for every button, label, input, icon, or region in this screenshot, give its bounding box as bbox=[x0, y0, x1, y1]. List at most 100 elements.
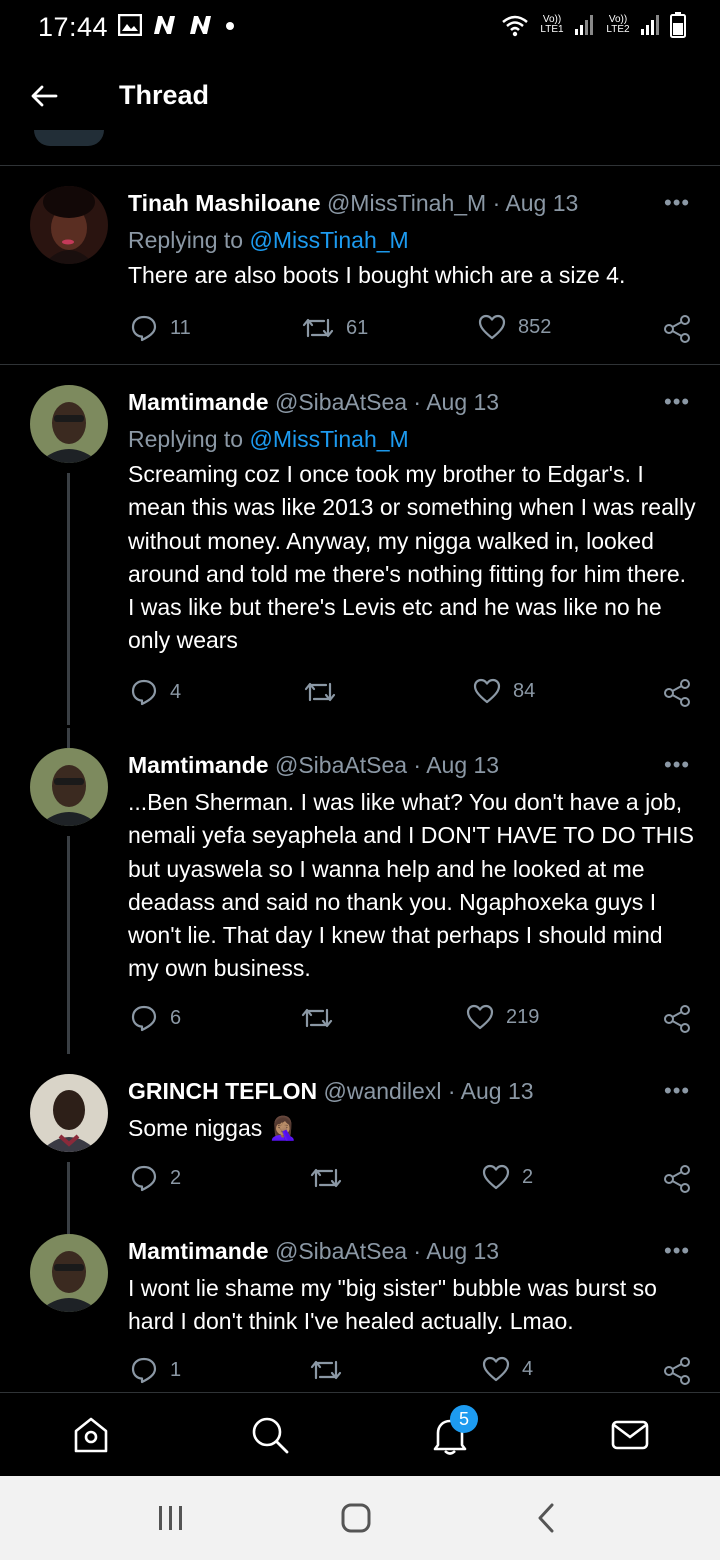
tweet-meta: GRINCH TEFLON @wandilexl · Aug 13 bbox=[128, 1078, 534, 1105]
notification-badge: 5 bbox=[450, 1405, 478, 1433]
like-button[interactable]: 219 bbox=[466, 1004, 539, 1030]
retweet-button[interactable] bbox=[310, 1356, 342, 1384]
reply-button[interactable]: 11 bbox=[130, 314, 191, 342]
user-handle[interactable]: @SibaAtSea bbox=[275, 1238, 407, 1264]
more-options-icon[interactable]: ••• bbox=[664, 752, 690, 778]
share-icon bbox=[664, 1005, 690, 1033]
tweet[interactable]: Mamtimande @SibaAtSea · Aug 13 ••• Reply… bbox=[0, 365, 720, 725]
avatar[interactable] bbox=[30, 385, 108, 463]
like-button[interactable]: 2 bbox=[482, 1164, 533, 1190]
retweet-button[interactable] bbox=[310, 1164, 342, 1192]
reply-count: 11 bbox=[170, 316, 191, 339]
like-count: 2 bbox=[522, 1165, 534, 1188]
reply-count: 4 bbox=[170, 680, 182, 703]
share-icon bbox=[664, 1357, 690, 1385]
retweet-icon bbox=[301, 1008, 333, 1028]
signal-icon bbox=[575, 15, 593, 35]
like-count: 219 bbox=[506, 1005, 540, 1028]
user-handle[interactable]: @SibaAtSea bbox=[275, 752, 407, 778]
tweet-date: · Aug 13 bbox=[492, 190, 579, 216]
like-button[interactable]: 84 bbox=[473, 678, 535, 704]
share-button[interactable] bbox=[662, 1164, 692, 1194]
tweet[interactable]: Tinah Mashiloane @MissTinah_M · Aug 13 •… bbox=[0, 166, 720, 364]
user-name[interactable]: GRINCH TEFLON bbox=[128, 1078, 317, 1104]
messages-icon[interactable] bbox=[610, 1415, 650, 1455]
tweet-actions: 2 2 bbox=[128, 1164, 698, 1198]
retweet-icon bbox=[310, 1168, 342, 1188]
tweet-meta: Mamtimande @SibaAtSea · Aug 13 bbox=[128, 752, 499, 779]
share-icon bbox=[664, 679, 690, 707]
system-navigation-bar bbox=[0, 1476, 720, 1560]
replying-to: Replying to @MissTinah_M bbox=[128, 227, 409, 254]
user-handle[interactable]: @wandilexl bbox=[324, 1078, 442, 1104]
home-icon[interactable] bbox=[72, 1415, 110, 1455]
like-count: 84 bbox=[513, 679, 536, 702]
reply-button[interactable]: 4 bbox=[130, 678, 181, 706]
reply-icon bbox=[131, 315, 157, 342]
more-options-icon[interactable]: ••• bbox=[664, 1238, 690, 1264]
reply-icon bbox=[131, 1165, 157, 1192]
heart-icon bbox=[466, 1004, 494, 1030]
retweet-count: 61 bbox=[346, 316, 369, 339]
reply-count: 6 bbox=[170, 1006, 182, 1029]
like-button[interactable]: 852 bbox=[478, 314, 551, 340]
reply-icon bbox=[131, 1005, 157, 1032]
tweet[interactable]: GRINCH TEFLON @wandilexl · Aug 13 ••• So… bbox=[0, 1054, 720, 1234]
tweet-text: Screaming coz I once took my brother to … bbox=[128, 461, 696, 654]
replying-to-label: Replying to bbox=[128, 426, 244, 452]
tweet-meta: Tinah Mashiloane @MissTinah_M · Aug 13 bbox=[128, 190, 578, 217]
tweet[interactable]: Mamtimande @SibaAtSea · Aug 13 ••• I won… bbox=[0, 1214, 720, 1392]
reply-button[interactable]: 6 bbox=[130, 1004, 181, 1032]
user-name[interactable]: Mamtimande bbox=[128, 1238, 269, 1264]
status-time: 17:44 bbox=[38, 12, 109, 42]
user-handle[interactable]: @MissTinah_M bbox=[327, 190, 486, 216]
retweet-button[interactable]: 61 bbox=[302, 314, 368, 342]
tweet-actions: 11 61 852 bbox=[128, 314, 698, 348]
avatar[interactable] bbox=[30, 748, 108, 826]
more-options-icon[interactable]: ••• bbox=[664, 1078, 690, 1104]
user-name[interactable]: Mamtimande bbox=[128, 389, 269, 415]
retweet-button[interactable] bbox=[301, 1004, 333, 1032]
n-app-icon bbox=[154, 16, 175, 34]
share-button[interactable] bbox=[662, 1004, 692, 1034]
system-status-icons: Vo)) LTE1 Vo)) LTE2 bbox=[500, 12, 686, 38]
user-handle[interactable]: @SibaAtSea bbox=[275, 389, 407, 415]
share-button[interactable] bbox=[662, 678, 692, 708]
user-name[interactable]: Tinah Mashiloane bbox=[128, 190, 321, 216]
more-options-icon[interactable]: ••• bbox=[664, 190, 690, 216]
home-button-icon[interactable] bbox=[340, 1502, 372, 1534]
reply-button[interactable]: 2 bbox=[130, 1164, 181, 1192]
battery-icon bbox=[670, 12, 686, 38]
share-button[interactable] bbox=[662, 1356, 692, 1386]
tweet[interactable]: Mamtimande @SibaAtSea · Aug 13 ••• ...Be… bbox=[0, 728, 720, 1054]
gallery-icon bbox=[118, 14, 142, 36]
back-icon[interactable] bbox=[534, 1502, 558, 1534]
arrow-left-icon[interactable] bbox=[28, 80, 60, 112]
like-count: 4 bbox=[522, 1357, 534, 1380]
tweet-date: · Aug 13 bbox=[413, 752, 500, 778]
like-button[interactable]: 4 bbox=[482, 1356, 533, 1382]
tweet-actions: 6 219 bbox=[128, 1004, 698, 1038]
tweet-date: · Aug 13 bbox=[413, 389, 500, 415]
tweet-text: ...Ben Sherman. I was like what? You don… bbox=[128, 789, 695, 982]
replying-to-handle[interactable]: @MissTinah_M bbox=[249, 426, 408, 452]
tweet-meta: Mamtimande @SibaAtSea · Aug 13 bbox=[128, 1238, 499, 1265]
replying-to: Replying to @MissTinah_M bbox=[128, 426, 409, 453]
reply-count: 2 bbox=[170, 1166, 182, 1189]
avatar[interactable] bbox=[30, 186, 108, 264]
replying-to-handle[interactable]: @MissTinah_M bbox=[249, 227, 408, 253]
recents-icon[interactable] bbox=[156, 1504, 186, 1532]
share-icon bbox=[664, 315, 690, 343]
bottom-navigation: 5 bbox=[0, 1392, 720, 1477]
reply-button[interactable]: 1 bbox=[130, 1356, 181, 1384]
share-button[interactable] bbox=[662, 314, 692, 344]
user-name[interactable]: Mamtimande bbox=[128, 752, 269, 778]
retweet-button[interactable] bbox=[304, 678, 336, 706]
retweet-icon bbox=[310, 1360, 342, 1380]
avatar[interactable] bbox=[30, 1074, 108, 1152]
search-icon[interactable] bbox=[250, 1415, 290, 1455]
reply-icon bbox=[131, 679, 157, 706]
status-bar: 17:44 Vo)) LTE1 Vo)) LTE2 bbox=[0, 0, 720, 54]
avatar[interactable] bbox=[30, 1234, 108, 1312]
more-options-icon[interactable]: ••• bbox=[664, 389, 690, 415]
